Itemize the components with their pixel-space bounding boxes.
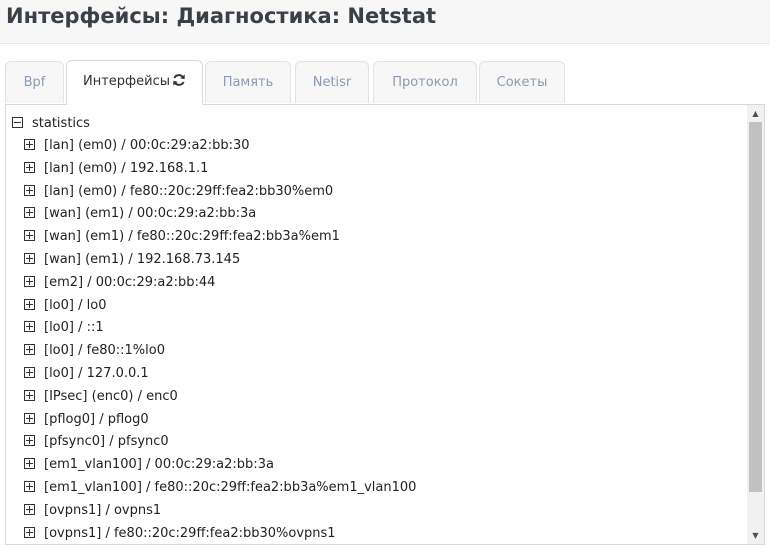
tab-sockets[interactable]: Сокеты [479, 61, 565, 103]
tree-item[interactable]: [lan] (em0) / 192.168.1.1 [24, 158, 208, 180]
tab-protocol[interactable]: Протокол [373, 61, 477, 103]
plus-square-icon[interactable] [24, 139, 35, 150]
plus-square-icon[interactable] [24, 526, 35, 538]
plus-square-icon[interactable] [24, 275, 35, 287]
tree-root[interactable]: statistics [12, 113, 90, 135]
tab-bar: Bpf Интерфейсы Память Netisr Протокол Со… [5, 60, 770, 105]
tab-interfaces[interactable]: Интерфейсы [66, 60, 203, 105]
tree-item[interactable]: [ovpns1] / fe80::20c:29ff:fea2:bb30%ovpn… [24, 523, 336, 544]
scroll-thumb[interactable] [749, 122, 762, 492]
tree-item[interactable]: [wan] (em1) / 00:0c:29:a2:bb:3a [24, 203, 256, 225]
tab-bpf[interactable]: Bpf [5, 61, 64, 103]
tree-item-label: [lan] (em0) / 192.168.1.1 [44, 160, 209, 176]
tree-item[interactable]: [lo0] / 127.0.0.1 [24, 363, 149, 385]
tree-item-label: [lo0] / 127.0.0.1 [44, 366, 149, 381]
plus-square-icon[interactable] [24, 389, 35, 401]
plus-square-icon[interactable] [24, 161, 35, 173]
plus-square-icon[interactable] [24, 435, 35, 447]
tab-label: Сокеты [496, 75, 548, 90]
page-header: Интерфейсы: Диагностика: Netstat [0, 0, 770, 44]
tree-item-label: [wan] (em1) / fe80::20c:29ff:fea2:bb3a%e… [44, 229, 340, 245]
minus-square-icon[interactable] [12, 117, 23, 128]
tree-item-label: [em1_vlan100] / fe80::20c:29ff:fea2:bb3a… [44, 480, 417, 495]
page-title: Интерфейсы: Диагностика: Netstat [6, 4, 437, 28]
tree-item[interactable]: [lan] (em0) / 00:0c:29:a2:bb:30 [24, 135, 250, 157]
tree-item-label: [wan] (em1) / 00:0c:29:a2:bb:3a [44, 206, 257, 222]
tab-netisr[interactable]: Netisr [295, 61, 369, 103]
tree-item-label: [wan] (em1) / 192.168.73.145 [44, 252, 241, 267]
tree-item-label: [lan] (em0) / fe80::20c:29ff:fea2:bb30%e… [44, 183, 334, 199]
plus-square-icon[interactable] [24, 184, 35, 196]
scroll-up-arrow-icon[interactable]: ▲ [747, 105, 764, 122]
tree-item[interactable]: [pfsync0] / pfsync0 [24, 431, 169, 453]
tree-item[interactable]: [lo0] / fe80::1%lo0 [24, 340, 165, 362]
tree-item-label: [IPsec] (enc0) / enc0 [44, 388, 178, 404]
statistics-panel: statistics [lan] (em0) / 00:0c:29:a2:bb:… [5, 104, 765, 545]
vertical-scrollbar[interactable]: ▲ ▼ [747, 105, 764, 544]
refresh-icon[interactable] [172, 63, 186, 105]
tree-item[interactable]: [em1_vlan100] / 00:0c:29:a2:bb:3a [24, 454, 274, 476]
plus-square-icon[interactable] [24, 481, 35, 492]
plus-square-icon[interactable] [24, 503, 35, 515]
tab-label: Bpf [23, 75, 46, 90]
plus-square-icon[interactable] [24, 458, 35, 470]
statistics-tree: statistics [lan] (em0) / 00:0c:29:a2:bb:… [6, 105, 746, 544]
tree-item[interactable]: [pflog0] / pflog0 [24, 409, 149, 431]
tree-item-label: [em1_vlan100] / 00:0c:29:a2:bb:3a [44, 457, 274, 473]
tree-item-label: [ovpns1] / fe80::20c:29ff:fea2:bb30%ovpn… [44, 525, 336, 541]
tree-item[interactable]: [lan] (em0) / fe80::20c:29ff:fea2:bb30%e… [24, 181, 333, 203]
tab-label: Память [222, 75, 274, 90]
tree-item[interactable]: [lo0] / ::1 [24, 317, 104, 339]
plus-square-icon[interactable] [24, 253, 35, 264]
tree-item[interactable]: [em1_vlan100] / fe80::20c:29ff:fea2:bb3a… [24, 477, 416, 499]
tree-item-label: [lo0] / fe80::1%lo0 [44, 343, 165, 359]
tab-label: Протокол [392, 75, 458, 90]
tree-item[interactable]: [wan] (em1) / 192.168.73.145 [24, 249, 240, 271]
tree-item-label: [pfsync0] / pfsync0 [44, 434, 169, 450]
tree-item-label: [lan] (em0) / 00:0c:29:a2:bb:30 [44, 138, 250, 153]
tree-item-label: [lo0] / lo0 [44, 297, 107, 313]
tree-item-label: [ovpns1] / ovpns1 [44, 502, 162, 518]
tree-item[interactable]: [wan] (em1) / fe80::20c:29ff:fea2:bb3a%e… [24, 226, 340, 248]
tree-item[interactable]: [em2] / 00:0c:29:a2:bb:44 [24, 272, 215, 294]
plus-square-icon[interactable] [24, 367, 35, 378]
tree-item[interactable]: [lo0] / lo0 [24, 295, 106, 317]
tab-memory[interactable]: Память [205, 61, 291, 103]
plus-square-icon[interactable] [24, 230, 35, 242]
tree-root-label: statistics [32, 116, 90, 131]
plus-square-icon[interactable] [24, 321, 35, 333]
plus-square-icon[interactable] [24, 298, 35, 310]
plus-square-icon[interactable] [24, 412, 35, 424]
tree-item-label: [pflog0] / pflog0 [44, 411, 149, 427]
tab-label: Интерфейсы [82, 74, 171, 89]
scroll-down-arrow-icon[interactable]: ▼ [747, 527, 764, 544]
tree-item-label: [lo0] / ::1 [44, 320, 104, 336]
tree-item[interactable]: [ovpns1] / ovpns1 [24, 500, 161, 522]
plus-square-icon[interactable] [24, 344, 35, 356]
tree-item[interactable]: [IPsec] (enc0) / enc0 [24, 386, 178, 408]
tree-item-label: [em2] / 00:0c:29:a2:bb:44 [44, 274, 216, 290]
tab-label: Netisr [312, 75, 352, 90]
plus-square-icon[interactable] [24, 207, 35, 219]
